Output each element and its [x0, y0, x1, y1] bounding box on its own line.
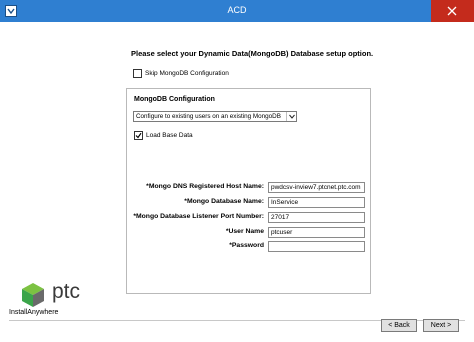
host-input[interactable]	[268, 182, 365, 193]
skip-mongodb-label: Skip MongoDB Configuration	[145, 70, 229, 77]
user-name-label: *User Name	[225, 228, 264, 235]
installer-client-area: Please select your Dynamic Data(MongoDB)…	[0, 22, 474, 342]
ptc-logo-text: ptc	[52, 280, 81, 303]
load-base-data-checkbox[interactable]	[134, 131, 143, 140]
close-icon	[447, 6, 457, 16]
check-icon	[135, 132, 142, 139]
back-button[interactable]: < Back	[381, 319, 417, 332]
load-base-data-label: Load Base Data	[146, 132, 193, 139]
title-bar: ACD	[0, 0, 474, 22]
window-title: ACD	[227, 5, 247, 15]
host-label: *Mongo DNS Registered Host Name:	[146, 183, 264, 190]
password-input[interactable]	[268, 241, 365, 252]
setup-option-select[interactable]: Configure to existing users on an existi…	[133, 111, 297, 122]
close-button[interactable]	[431, 0, 474, 22]
mongodb-config-panel: MongoDB Configuration Configure to exist…	[126, 88, 371, 294]
skip-mongodb-checkbox[interactable]	[133, 69, 142, 78]
db-name-input[interactable]	[268, 197, 365, 208]
db-name-label: *Mongo Database Name:	[184, 198, 264, 205]
panel-title: MongoDB Configuration	[134, 96, 215, 103]
port-label: *Mongo Database Listener Port Number:	[133, 213, 264, 220]
setup-option-value: Configure to existing users on an existi…	[136, 113, 281, 120]
chevron-down-icon[interactable]	[286, 112, 296, 121]
ptc-logo-icon	[20, 282, 46, 308]
next-button[interactable]: Next >	[423, 319, 459, 332]
page-heading: Please select your Dynamic Data(MongoDB)…	[131, 49, 374, 58]
user-name-input[interactable]	[268, 227, 365, 238]
password-label: *Password	[229, 242, 264, 249]
port-input[interactable]	[268, 212, 365, 223]
installanywhere-label: InstallAnywhere	[9, 309, 59, 316]
